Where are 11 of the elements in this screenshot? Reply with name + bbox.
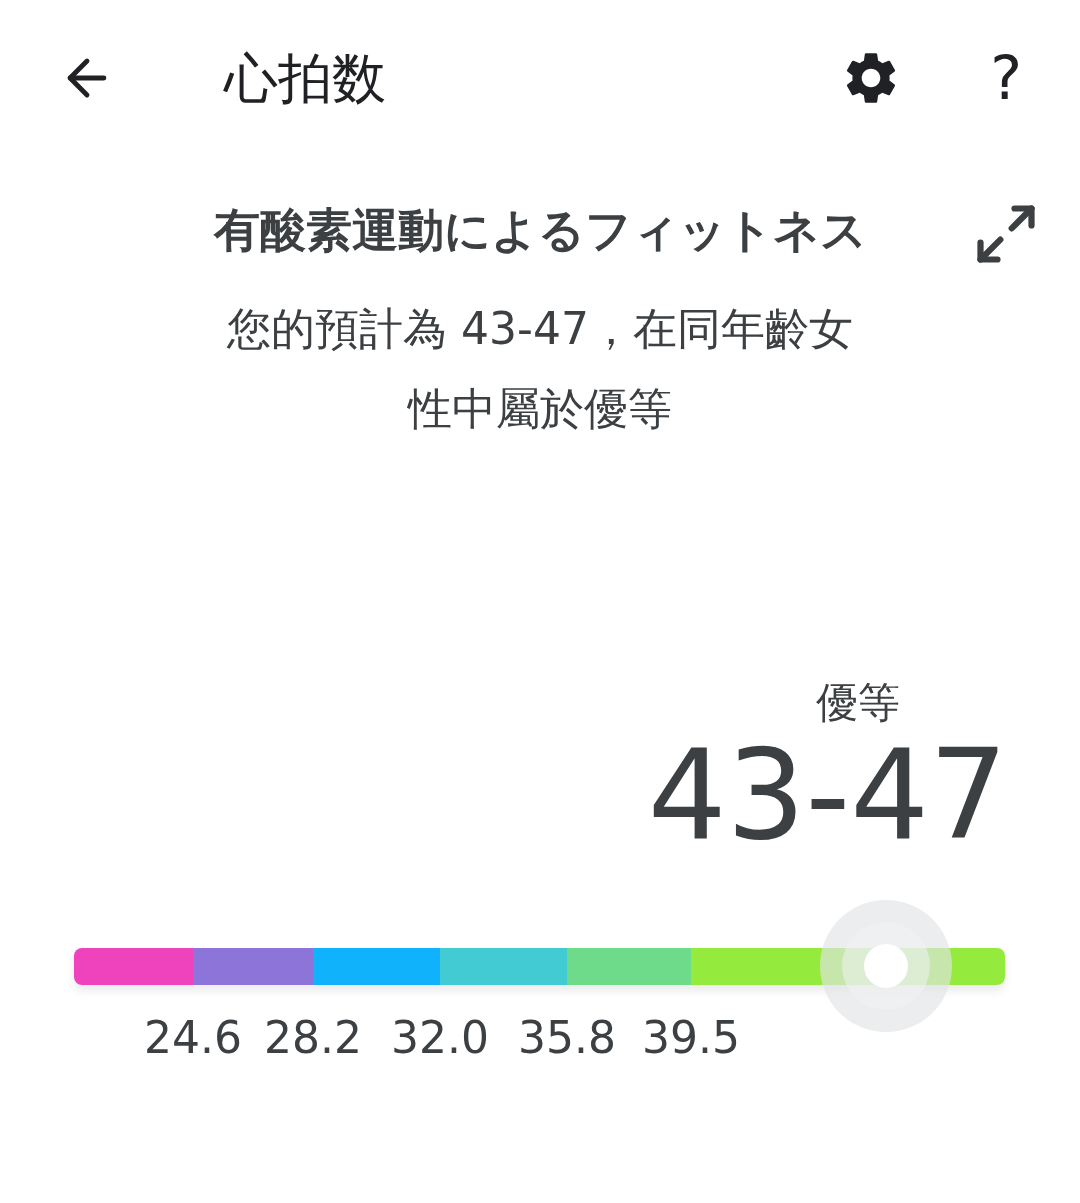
tick-label: 39.5 [642, 1011, 740, 1065]
tick-label: 24.6 [144, 1011, 242, 1065]
help-button[interactable]: ? [990, 48, 1022, 108]
rating-label: 優等 [816, 677, 900, 729]
summary-text: 您的預計為 43-47，在同年齡女性中屬於優等 [226, 302, 854, 436]
card-title: 有酸素運動によるフィットネス [213, 202, 867, 259]
tick-label: 32.0 [391, 1011, 489, 1065]
tick-label: 28.2 [264, 1011, 362, 1065]
page-title: 心拍数 [224, 45, 386, 112]
fitness-value: 43-47 [647, 730, 1008, 860]
tick-label: 35.8 [518, 1011, 616, 1065]
